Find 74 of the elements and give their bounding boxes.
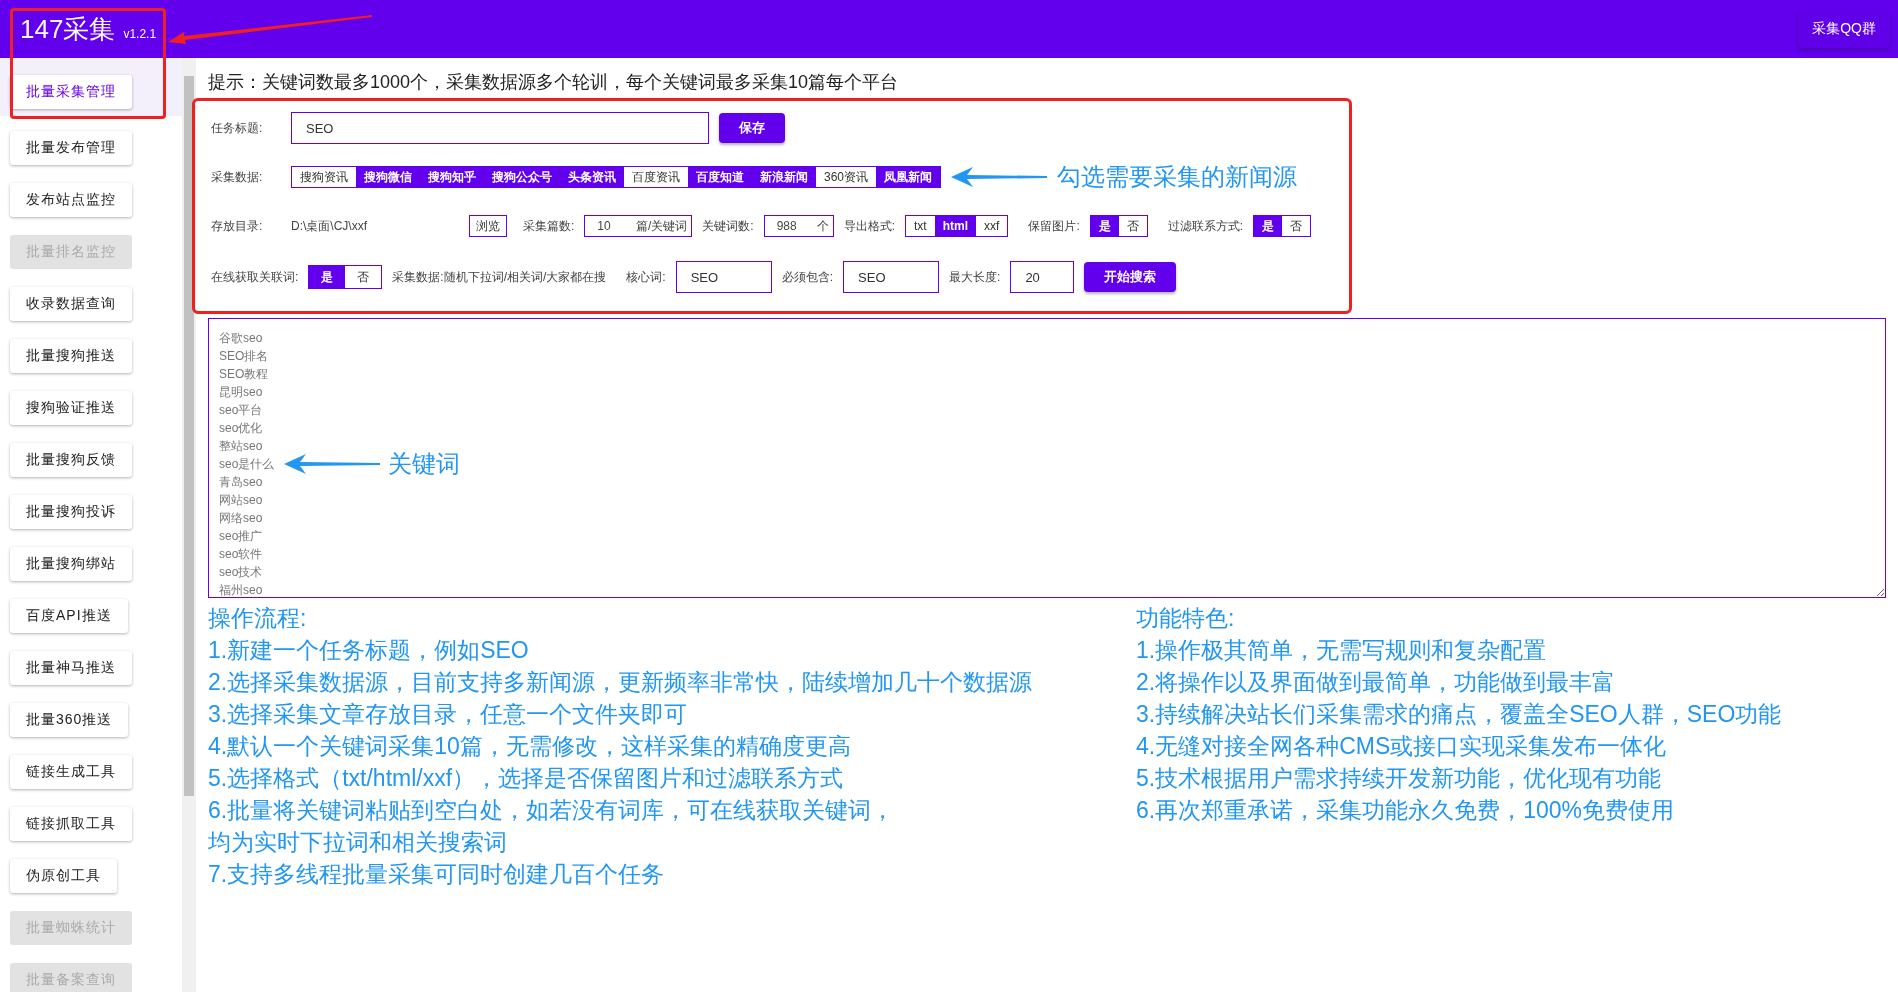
arrow-icon — [284, 454, 380, 474]
section-title: 功能特色: — [1136, 604, 1236, 633]
search-button[interactable]: 开始搜索 — [1084, 262, 1177, 292]
annotation-text: 关键词 — [388, 449, 460, 479]
input-field[interactable]: 988 个 — [763, 215, 834, 237]
sidebar-item[interactable]: 链接抓取工具 — [10, 807, 132, 841]
version-label: v1.2.1 — [123, 26, 157, 41]
arrow-icon — [951, 167, 1048, 187]
toggle-option[interactable]: 百度知道 — [688, 167, 752, 187]
toggle-option[interactable]: 是 — [1254, 216, 1283, 236]
field-label: 必须包含: — [781, 268, 834, 286]
section-title: 操作流程: — [208, 604, 308, 633]
info-line: 1.操作极其简单，无需写规则和复杂配置 — [1136, 636, 1548, 665]
toggle-option[interactable]: 凤凰新闻 — [876, 167, 941, 187]
info-line: 4.默认一个关键词采集10篇，无需修改，这样采集的精确度更高 — [208, 732, 852, 761]
sidebar-item[interactable]: 发布站点监控 — [10, 183, 132, 217]
input-field[interactable]: 10 篇/关键词 — [584, 215, 693, 237]
sidebar-item[interactable]: 搜狗验证推送 — [10, 391, 132, 425]
info-line: 均为实时下拉词和相关搜索词 — [208, 828, 508, 857]
sidebar-item[interactable]: 批量搜狗绑站 — [10, 547, 132, 581]
input-field[interactable]: SEO — [291, 112, 709, 144]
sidebar-item[interactable]: 百度API推送 — [10, 599, 128, 633]
info-line: 6.再次郑重承诺，采集功能永久免费，100%免费使用 — [1136, 796, 1675, 825]
browse-button[interactable]: 浏览 — [469, 215, 507, 237]
field-label: 在线获取关联词: — [211, 268, 299, 286]
input-field[interactable]: 20 — [1010, 261, 1075, 293]
field-label: 采集篇数: — [523, 217, 575, 235]
info-line: 5.技术根据用户需求持续开发新功能，优化现有功能 — [1136, 764, 1663, 793]
field-label: 保留图片: — [1028, 217, 1080, 235]
toggle-option[interactable]: html — [934, 216, 977, 236]
source-note: 采集数据:随机下拉词/相关词/大家都在搜 — [392, 268, 607, 286]
sidebar-item[interactable]: 伪原创工具 — [10, 859, 117, 893]
info-line: 7.支持多线程批量采集可同时创建几百个任务 — [208, 860, 666, 889]
field-label: 过滤联系方式: — [1167, 217, 1244, 235]
toggle-option[interactable]: 搜狗知乎 — [420, 167, 484, 187]
info-line: 4.无缝对接全网各种CMS或接口实现采集发布一体化 — [1136, 732, 1668, 761]
scrollbar[interactable] — [182, 58, 196, 992]
toggle-option[interactable]: 是 — [309, 266, 346, 288]
toggle-option[interactable]: 头条资讯 — [560, 167, 624, 187]
info-line: 2.选择采集数据源，目前支持多新闻源，更新频率非常快，陆续增加几十个数据源 — [208, 668, 1034, 697]
info-line: 1.新建一个任务标题，例如SEO — [208, 636, 530, 665]
field-label: 导出格式: — [843, 217, 896, 235]
sidebar-item[interactable]: 批量搜狗投诉 — [10, 495, 132, 529]
sidebar-item[interactable]: 批量360推送 — [10, 703, 129, 737]
sidebar-item[interactable]: 批量发布管理 — [10, 131, 132, 165]
toggle-option[interactable]: 搜狗微信 — [356, 167, 420, 187]
toggle-option[interactable]: 搜狗公众号 — [484, 167, 560, 187]
field-label: 存放目录: — [211, 217, 264, 235]
info-line: 3.选择采集文章存放目录，任意一个文件夹即可 — [208, 700, 689, 729]
input-field[interactable]: SEO — [675, 261, 772, 293]
input-field[interactable]: SEO — [843, 261, 940, 293]
sidebar-item[interactable]: 链接生成工具 — [10, 755, 132, 789]
app-title: 147采集 — [20, 12, 116, 46]
field-label: 任务标题: — [211, 119, 264, 137]
sidebar-item[interactable]: 批量搜狗反馈 — [10, 443, 132, 477]
qq-group-button[interactable]: 采集QQ群 — [1798, 10, 1890, 48]
sidebar-item[interactable]: 收录数据查询 — [10, 287, 132, 321]
sidebar-item[interactable]: 批量采集管理 — [10, 75, 132, 109]
field-label: 核心词: — [626, 268, 666, 286]
annotation-text: 勾选需要采集的新闻源 — [1057, 162, 1298, 192]
sidebar-item[interactable]: 批量神马推送 — [10, 651, 132, 685]
field-label: 采集数据: — [211, 168, 264, 186]
field-label: 关键词数: — [702, 217, 754, 235]
save-button[interactable]: 保存 — [719, 113, 785, 143]
info-line: 3.持续解决站长们采集需求的痛点，覆盖全SEO人群，SEO功能 — [1136, 700, 1782, 729]
field-label: 最大长度: — [949, 268, 1001, 286]
info-line: 5.选择格式（txt/html/xxf），选择是否保留图片和过滤联系方式 — [208, 764, 845, 793]
info-line: 6.批量将关键词粘贴到空白处，如若没有词库，可在线获取关键词， — [208, 796, 896, 825]
directory-path: D:\桌面\CJ\xxf — [291, 217, 368, 235]
toggle-option[interactable]: 新浪新闻 — [752, 167, 816, 187]
info-line: 2.将操作以及界面做到最简单，功能做到最丰富 — [1136, 668, 1617, 697]
hint-text: 提示：关键词数最多1000个，采集数据源多个轮训，每个关键词最多采集10篇每个平台 — [208, 71, 900, 94]
toggle-option[interactable]: 是 — [1090, 216, 1119, 236]
sidebar-item[interactable]: 批量搜狗推送 — [10, 339, 132, 373]
